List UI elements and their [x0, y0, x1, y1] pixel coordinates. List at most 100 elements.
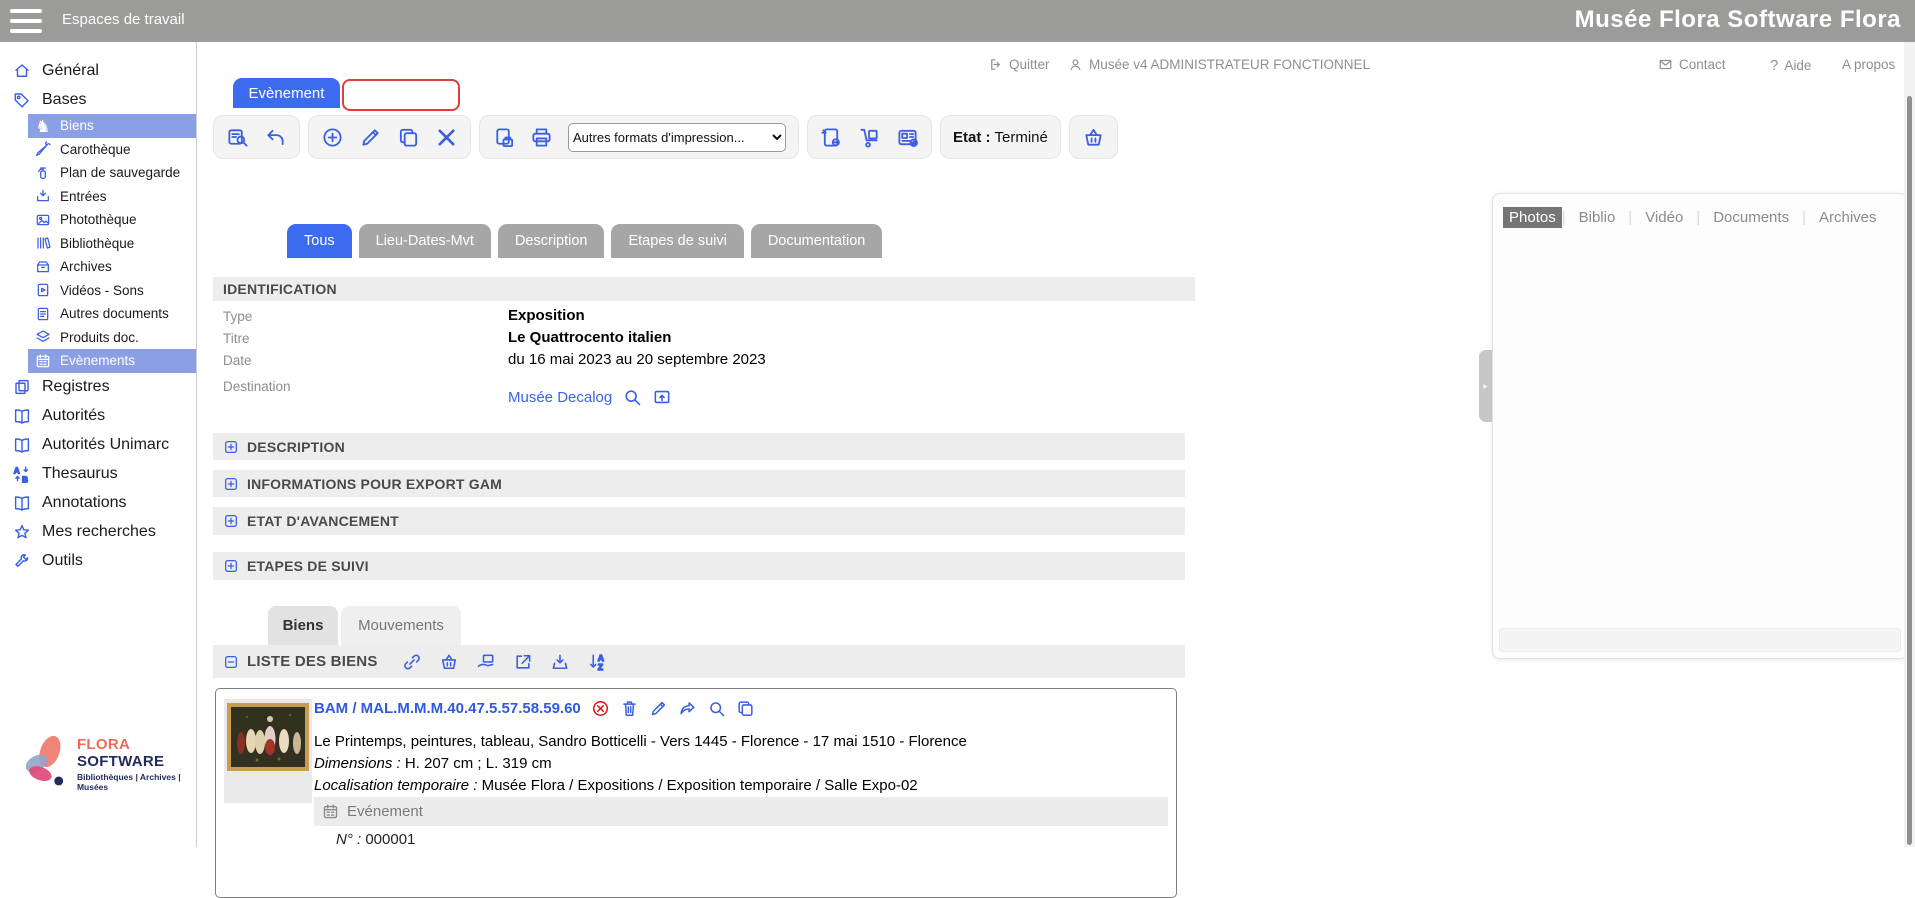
minus-box-icon[interactable] — [223, 654, 239, 670]
sidebar-item-thesaurus[interactable]: Thesaurus — [0, 460, 196, 489]
basket-button[interactable] — [1082, 126, 1105, 149]
section-header-etapes-suivi[interactable]: ETAPES DE SUIVI — [213, 552, 1185, 580]
section-header-description[interactable]: DESCRIPTION — [213, 433, 1185, 460]
sidebar-item-outils[interactable]: Outils — [0, 547, 196, 576]
item-reference-link[interactable]: BAM / MAL.M.M.M.40.47.5.57.58.59.60 — [314, 700, 581, 717]
plus-circle-icon — [321, 126, 344, 149]
copy-record-button[interactable] — [397, 126, 420, 149]
sidebar-item-mes-recherches[interactable]: Mes recherches — [0, 518, 196, 547]
copy-icon — [397, 126, 420, 149]
fire-extinguisher-icon — [35, 165, 51, 181]
sidebar-item-autorites-unimarc[interactable]: Autorités Unimarc — [0, 431, 196, 460]
sidebar-item-autorites[interactable]: Autorités — [0, 402, 196, 431]
item-title-line: Le Printemps, peintures, tableau, Sandro… — [314, 733, 967, 750]
sidebar-item-general[interactable]: Général — [0, 56, 196, 85]
sort-items-button[interactable] — [587, 652, 607, 672]
media-tab-biblio[interactable]: Biblio — [1566, 207, 1629, 228]
print-format-select[interactable]: Autres formats d'impression... — [568, 123, 786, 152]
sidebar-item-evenements[interactable]: Evènements — [28, 349, 196, 373]
report-button[interactable] — [896, 126, 919, 149]
media-tab-documents[interactable]: Documents — [1700, 207, 1802, 228]
scrollbar-thumb[interactable] — [1907, 96, 1912, 845]
field-label-date: Date — [223, 353, 252, 368]
sidebar-item-label: Autorités Unimarc — [42, 436, 169, 454]
help-label: Aide — [1784, 58, 1811, 73]
section-header-identification[interactable]: IDENTIFICATION — [213, 277, 1195, 301]
subtab-mouvements[interactable]: Mouvements — [341, 606, 461, 645]
sidebar-item-annotations[interactable]: Annotations — [0, 489, 196, 518]
subtab-biens[interactable]: Biens — [268, 606, 338, 645]
edit-item-button[interactable] — [649, 699, 668, 718]
basket-icon — [439, 652, 459, 672]
print-document-button[interactable] — [492, 126, 515, 149]
media-tab-archives[interactable]: Archives — [1806, 207, 1890, 228]
search-destination-button[interactable] — [622, 387, 642, 407]
link-items-button[interactable] — [402, 652, 422, 672]
quit-button[interactable]: Quitter — [988, 57, 1050, 72]
sidebar-item-carotheque[interactable]: Carothèque — [28, 138, 196, 162]
field-value-date: du 16 mai 2023 au 20 septembre 2023 — [508, 351, 766, 368]
media-tab-video[interactable]: Vidéo — [1632, 207, 1696, 228]
open-destination-button[interactable] — [652, 387, 672, 407]
sidebar-item-label: Evènements — [60, 353, 135, 368]
tab-documentation[interactable]: Documentation — [751, 224, 883, 258]
sidebar-item-videos-sons[interactable]: Vidéos - Sons — [28, 279, 196, 303]
movement-button[interactable] — [858, 126, 881, 149]
sidebar-item-bibliotheque[interactable]: Bibliothèque — [28, 232, 196, 256]
sidebar-item-biens[interactable]: ♞Biens — [28, 114, 196, 138]
sidebar-item-label: Biens — [60, 118, 94, 133]
media-tab-photos[interactable]: Photos — [1503, 207, 1562, 228]
hamburger-menu-icon[interactable] — [10, 9, 42, 33]
open-items-button[interactable] — [513, 652, 533, 672]
sidebar-item-archives[interactable]: Archives — [28, 255, 196, 279]
tab-etapes-de-suivi[interactable]: Etapes de suivi — [611, 224, 743, 258]
search-item-button[interactable] — [707, 699, 726, 718]
sidebar-item-label: Annotations — [42, 494, 127, 512]
about-button[interactable]: A propos — [1842, 57, 1895, 72]
sort-az-icon — [587, 652, 607, 672]
loan-items-button[interactable] — [476, 652, 496, 672]
contact-button[interactable]: Contact — [1658, 57, 1726, 72]
download-items-button[interactable] — [550, 652, 570, 672]
field-value-type: Exposition — [508, 307, 585, 324]
delete-record-button[interactable] — [435, 126, 458, 149]
duplicate-item-button[interactable] — [736, 699, 755, 718]
share-item-button[interactable] — [678, 699, 697, 718]
sidebar-item-registres[interactable]: Registres — [0, 373, 196, 402]
application-window: Espaces de travail Musée Flora Software … — [0, 0, 1915, 847]
delete-item-button[interactable] — [620, 699, 639, 718]
sidebar-item-bases[interactable]: Bases — [0, 85, 196, 114]
sidebar-item-plan-de-sauvegarde[interactable]: Plan de sauvegarde — [28, 161, 196, 185]
result-list-button[interactable] — [226, 126, 249, 149]
sidebar-item-phototheque[interactable]: Photothèque — [28, 208, 196, 232]
record-tab-evenement[interactable]: Evènement — [233, 78, 340, 108]
envelope-icon — [1658, 57, 1673, 72]
flora-software-logo: FLORA SOFTWARE Bibliothèques | Archives … — [16, 722, 192, 806]
help-button[interactable]: ?Aide — [1770, 57, 1811, 74]
sidebar-item-produits-doc[interactable]: Produits doc. — [28, 326, 196, 350]
item-thumbnail[interactable] — [224, 699, 312, 803]
export-document-button[interactable] — [820, 126, 843, 149]
destination-link[interactable]: Musée Decalog — [508, 389, 612, 406]
remove-item-button[interactable] — [591, 699, 610, 718]
basket-items-button[interactable] — [439, 652, 459, 672]
sidebar-item-entrees[interactable]: Entrées — [28, 185, 196, 209]
basket-icon — [1082, 126, 1105, 149]
sidebar-item-label: Bibliothèque — [60, 236, 134, 251]
back-button[interactable] — [264, 126, 287, 149]
quit-label: Quitter — [1009, 57, 1050, 72]
tab-lieu-dates-mvt[interactable]: Lieu-Dates-Mvt — [359, 224, 491, 258]
edit-record-button[interactable] — [359, 126, 382, 149]
add-record-button[interactable] — [321, 126, 344, 149]
sidebar-item-autres-documents[interactable]: Autres documents — [28, 302, 196, 326]
toolbar-group-edit — [308, 115, 471, 159]
annotation-highlight-box — [342, 79, 460, 111]
tab-description[interactable]: Description — [498, 224, 605, 258]
panel-collapse-handle[interactable]: ▶ — [1479, 350, 1492, 422]
tab-tous[interactable]: Tous — [287, 224, 352, 258]
section-header-etat-avancement[interactable]: ETAT D'AVANCEMENT — [213, 507, 1185, 535]
contact-label: Contact — [1679, 57, 1726, 72]
section-header-export-gam[interactable]: INFORMATIONS POUR EXPORT GAM — [213, 470, 1185, 497]
user-account[interactable]: Musée v4 ADMINISTRATEUR FONCTIONNEL — [1068, 57, 1370, 72]
printer-button[interactable] — [530, 126, 553, 149]
